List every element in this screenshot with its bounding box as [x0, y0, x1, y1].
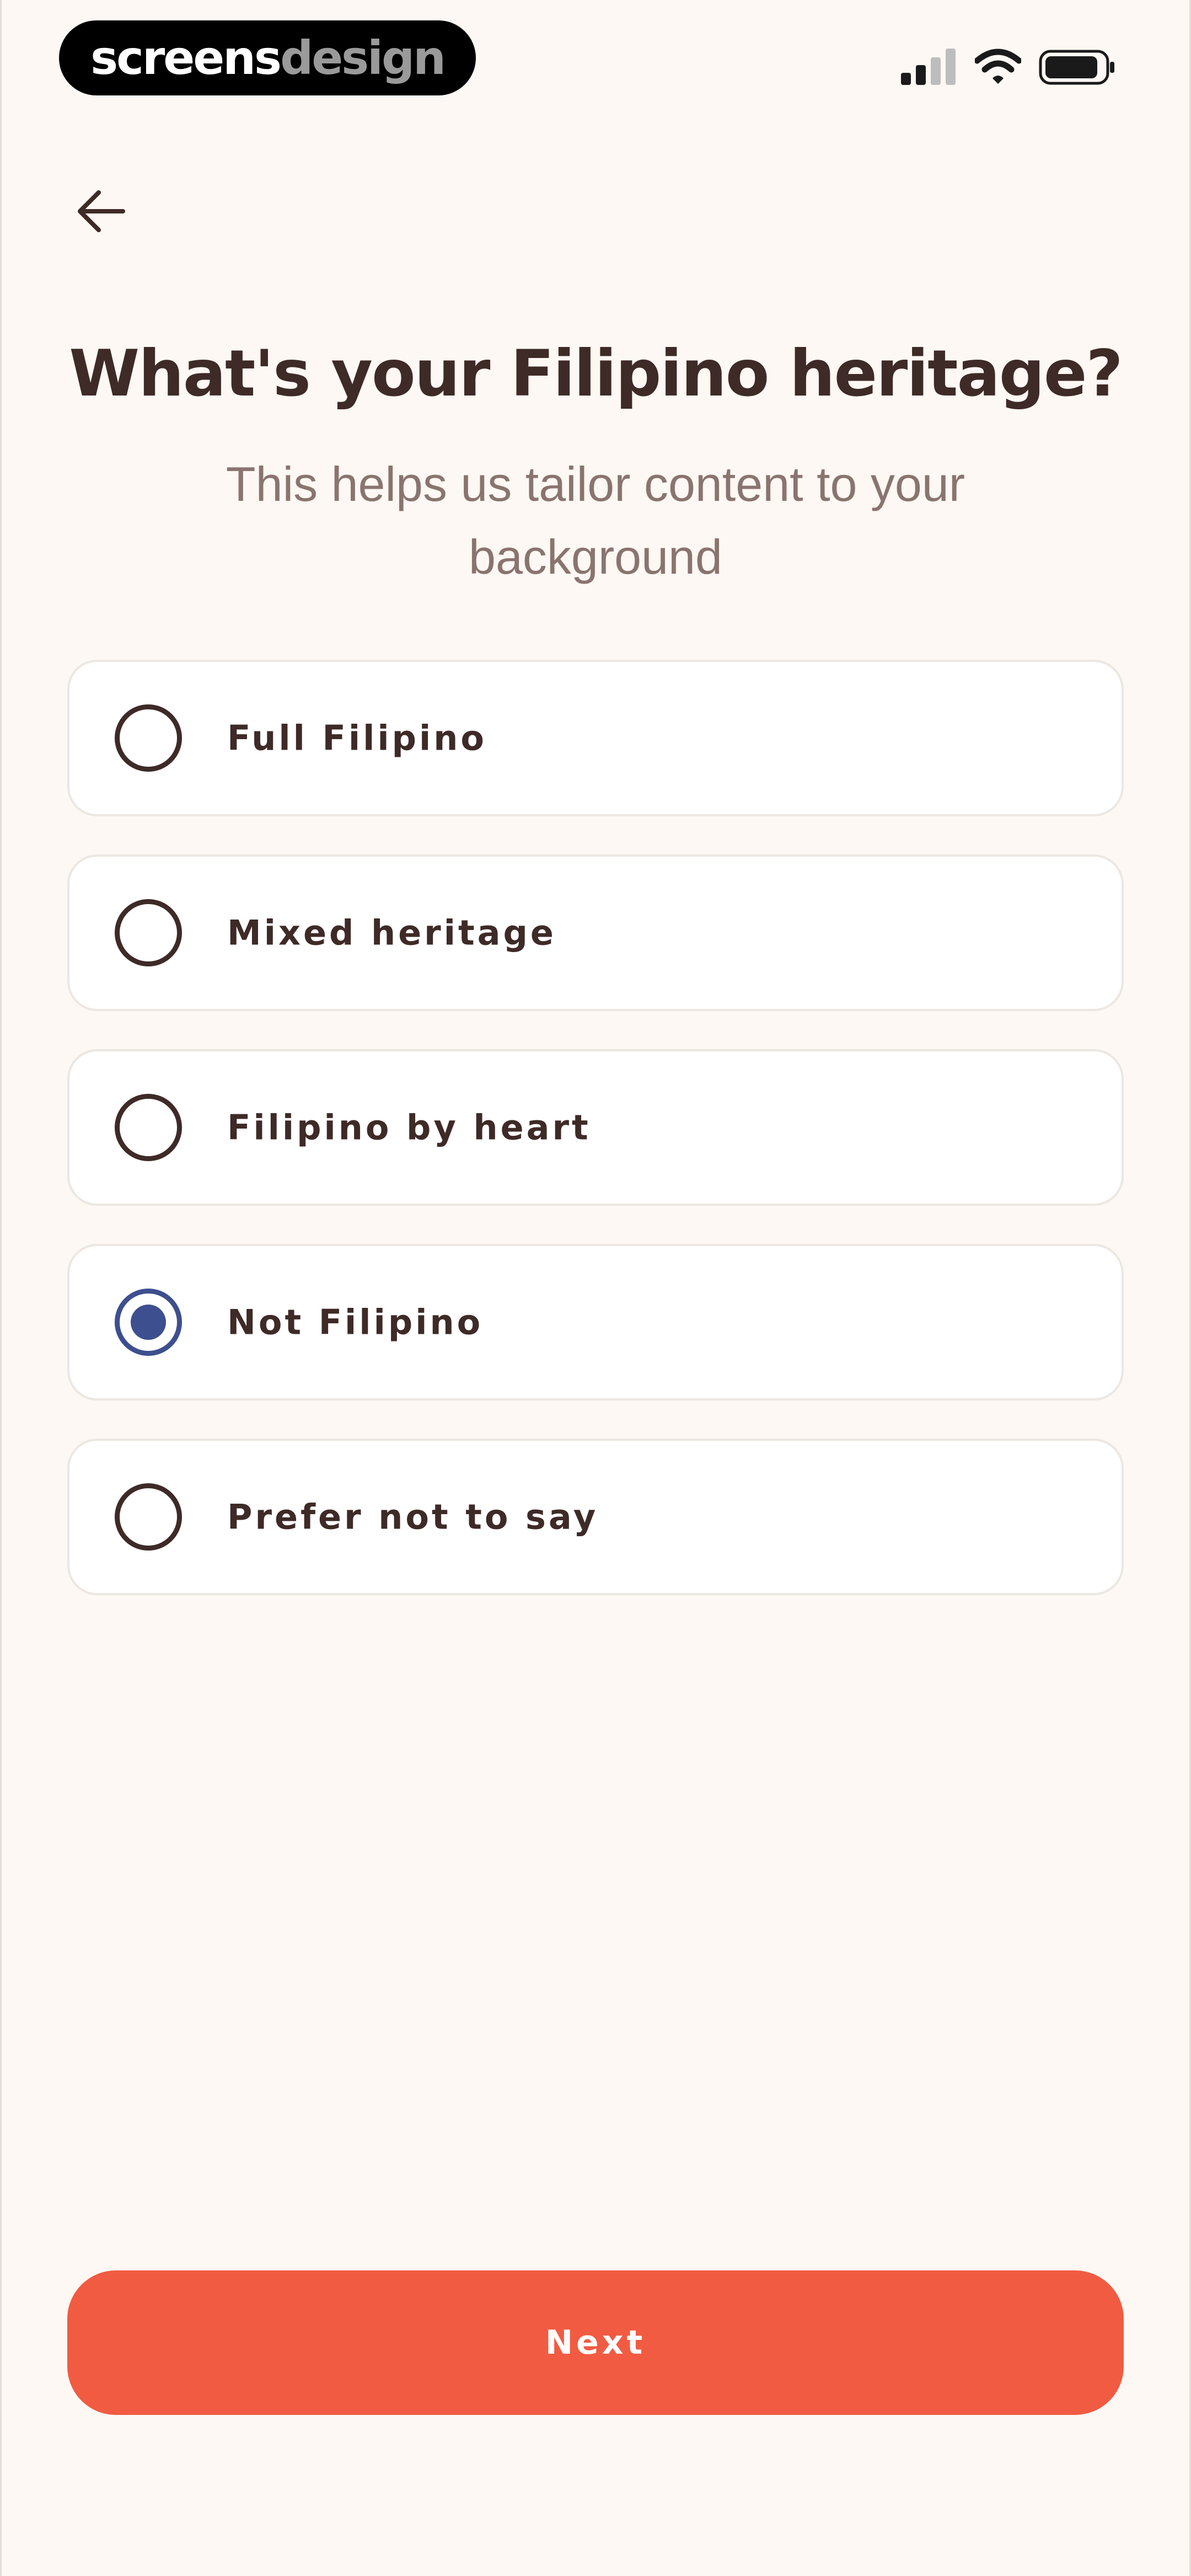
back-button[interactable]: [65, 175, 137, 247]
option-label: Full Filipino: [227, 718, 487, 758]
next-button[interactable]: Next: [67, 2270, 1124, 2415]
radio-button-selected[interactable]: [115, 1289, 182, 1356]
status-bar: screens design: [0, 0, 1191, 110]
wifi-icon: [975, 49, 1021, 84]
arrow-left-icon: [78, 190, 125, 232]
battery-icon: [1039, 50, 1114, 85]
option-label: Filipino by heart: [227, 1107, 591, 1148]
radio-button[interactable]: [115, 1483, 182, 1551]
option-full-filipino[interactable]: Full Filipino: [67, 660, 1124, 816]
heritage-options: Full Filipino Mixed heritage Filipino by…: [67, 660, 1124, 1633]
page-subtitle: This helps us tailor content to your bac…: [226, 457, 965, 584]
option-label: Mixed heritage: [227, 912, 556, 953]
brand-logo-part-a: screens: [90, 31, 282, 85]
radio-button[interactable]: [115, 1094, 182, 1161]
signal-icon: [901, 49, 956, 85]
radio-button[interactable]: [115, 704, 182, 772]
option-label: Not Filipino: [227, 1302, 484, 1343]
brand-logo-part-b: design: [280, 31, 446, 85]
option-mixed-heritage[interactable]: Mixed heritage: [67, 854, 1124, 1011]
option-label: Prefer not to say: [227, 1497, 599, 1537]
page-title: What's your Filipino heritage?: [69, 336, 1123, 411]
brand-logo: screens design: [59, 20, 476, 95]
option-not-filipino[interactable]: Not Filipino: [67, 1244, 1124, 1401]
radio-button[interactable]: [115, 899, 182, 966]
option-prefer-not-to-say[interactable]: Prefer not to say: [67, 1439, 1124, 1595]
option-filipino-by-heart[interactable]: Filipino by heart: [67, 1049, 1124, 1206]
